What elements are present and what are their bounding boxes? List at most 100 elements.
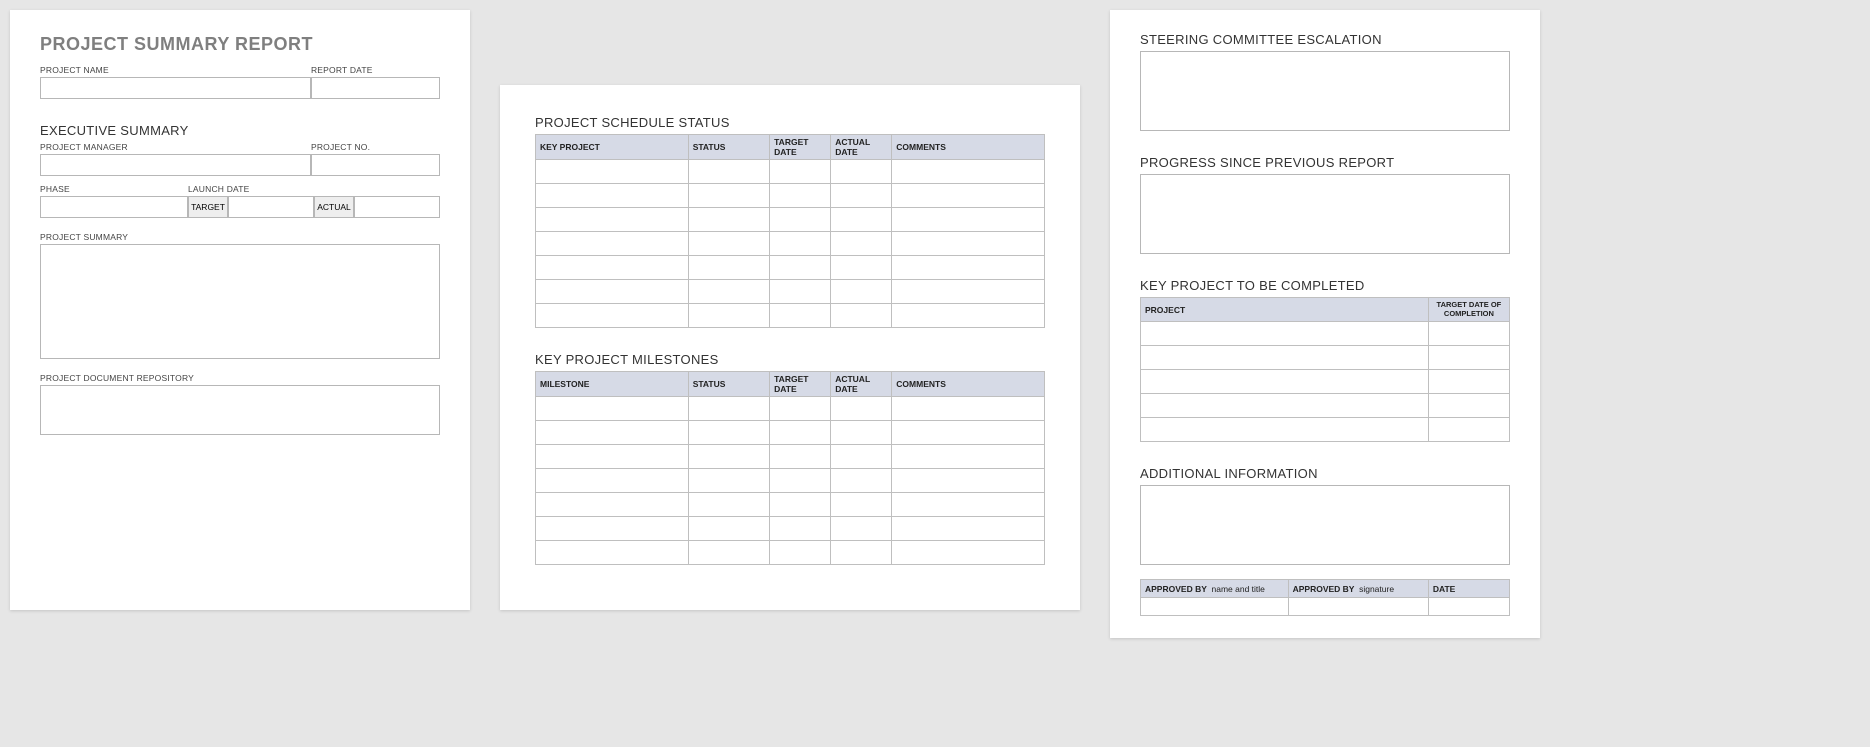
cell[interactable] [770, 160, 831, 184]
cell[interactable] [688, 160, 769, 184]
cell[interactable] [831, 160, 892, 184]
cell[interactable] [1141, 394, 1429, 418]
cell[interactable] [1428, 370, 1509, 394]
table-approval: APPROVED BY name and title APPROVED BY s… [1140, 579, 1510, 616]
cell[interactable] [770, 208, 831, 232]
cell[interactable] [1428, 418, 1509, 442]
cell[interactable] [892, 184, 1045, 208]
cell[interactable] [831, 256, 892, 280]
field-project-manager[interactable] [40, 154, 311, 176]
cell[interactable] [770, 445, 831, 469]
approval-sig-cell[interactable] [1288, 598, 1428, 616]
cell[interactable] [536, 184, 689, 208]
cell[interactable] [688, 469, 769, 493]
cell[interactable] [770, 232, 831, 256]
cell[interactable] [536, 160, 689, 184]
cell[interactable] [892, 256, 1045, 280]
cell[interactable] [1141, 370, 1429, 394]
cell[interactable] [892, 232, 1045, 256]
cell[interactable] [688, 232, 769, 256]
cell[interactable] [770, 280, 831, 304]
cell[interactable] [1428, 394, 1509, 418]
cell[interactable] [688, 208, 769, 232]
row-name-date: PROJECT NAME REPORT DATE [40, 65, 440, 99]
field-doc-repo[interactable] [40, 385, 440, 435]
cell[interactable] [892, 541, 1045, 565]
cell[interactable] [770, 256, 831, 280]
cell[interactable] [536, 280, 689, 304]
table-row [536, 469, 1045, 493]
field-project-no[interactable] [311, 154, 440, 176]
cell[interactable] [892, 421, 1045, 445]
cell[interactable] [536, 517, 689, 541]
cell[interactable] [831, 208, 892, 232]
cell[interactable] [892, 160, 1045, 184]
report-title: PROJECT SUMMARY REPORT [40, 34, 440, 55]
cell[interactable] [770, 541, 831, 565]
cell[interactable] [688, 256, 769, 280]
cell[interactable] [1141, 418, 1429, 442]
cell[interactable] [688, 184, 769, 208]
cell[interactable] [688, 421, 769, 445]
approval-name-cell[interactable] [1141, 598, 1289, 616]
field-project-summary[interactable] [40, 244, 440, 359]
cell[interactable] [770, 304, 831, 328]
cell[interactable] [831, 469, 892, 493]
cell[interactable] [770, 421, 831, 445]
cell[interactable] [892, 445, 1045, 469]
cell[interactable] [688, 445, 769, 469]
cell[interactable] [536, 397, 689, 421]
cell[interactable] [536, 232, 689, 256]
cell[interactable] [536, 493, 689, 517]
cell[interactable] [1141, 346, 1429, 370]
cell[interactable] [831, 421, 892, 445]
cell[interactable] [688, 541, 769, 565]
cell[interactable] [831, 493, 892, 517]
field-project-name[interactable] [40, 77, 311, 99]
cell[interactable] [892, 517, 1045, 541]
cell[interactable] [688, 397, 769, 421]
cell[interactable] [831, 517, 892, 541]
cell[interactable] [1428, 346, 1509, 370]
cell[interactable] [892, 493, 1045, 517]
cell[interactable] [770, 469, 831, 493]
approval-date-cell[interactable] [1428, 598, 1509, 616]
cell[interactable] [770, 184, 831, 208]
cell[interactable] [536, 304, 689, 328]
cell[interactable] [831, 445, 892, 469]
cell[interactable] [831, 304, 892, 328]
cell[interactable] [892, 208, 1045, 232]
field-phase[interactable] [40, 196, 188, 218]
cell[interactable] [536, 208, 689, 232]
cell[interactable] [536, 421, 689, 445]
cell[interactable] [1428, 322, 1509, 346]
cell[interactable] [831, 184, 892, 208]
cell[interactable] [536, 445, 689, 469]
field-additional[interactable] [1140, 485, 1510, 565]
field-actual-date[interactable] [354, 196, 440, 218]
cell[interactable] [688, 493, 769, 517]
field-steering[interactable] [1140, 51, 1510, 131]
cell[interactable] [536, 256, 689, 280]
field-target-date[interactable] [228, 196, 314, 218]
cell[interactable] [892, 397, 1045, 421]
cell[interactable] [831, 541, 892, 565]
cell[interactable] [770, 397, 831, 421]
cell[interactable] [1141, 322, 1429, 346]
label-doc-repo: PROJECT DOCUMENT REPOSITORY [40, 373, 440, 383]
cell[interactable] [831, 280, 892, 304]
cell[interactable] [688, 280, 769, 304]
cell[interactable] [831, 232, 892, 256]
field-report-date[interactable] [311, 77, 440, 99]
cell[interactable] [770, 493, 831, 517]
cell[interactable] [688, 517, 769, 541]
cell[interactable] [536, 541, 689, 565]
cell[interactable] [536, 469, 689, 493]
cell[interactable] [892, 469, 1045, 493]
cell[interactable] [688, 304, 769, 328]
cell[interactable] [831, 397, 892, 421]
cell[interactable] [770, 517, 831, 541]
cell[interactable] [892, 304, 1045, 328]
field-progress[interactable] [1140, 174, 1510, 254]
cell[interactable] [892, 280, 1045, 304]
